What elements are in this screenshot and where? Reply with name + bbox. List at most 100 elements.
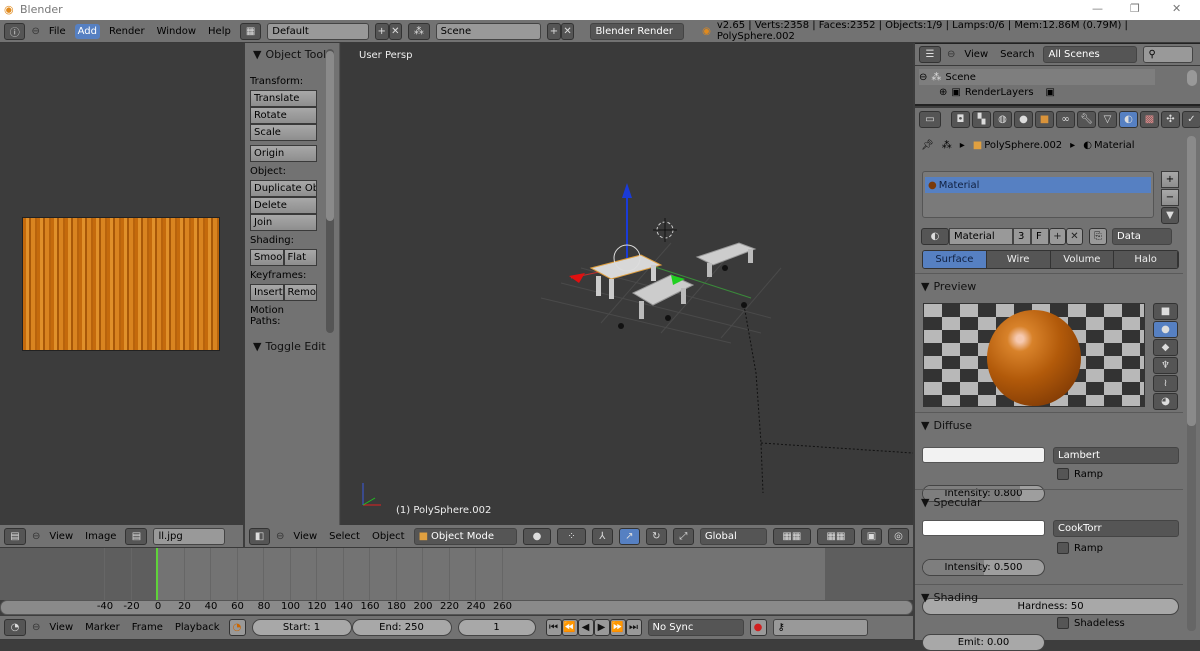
remove-layout-icon[interactable]: ✕ bbox=[388, 22, 403, 40]
tool-button-remo[interactable]: Remo bbox=[283, 284, 317, 301]
viewport-shading-icon[interactable]: ● bbox=[522, 527, 552, 545]
diffuse-ramp-checkbox[interactable]: Ramp bbox=[1057, 468, 1103, 480]
tab-surface[interactable]: Surface bbox=[923, 251, 987, 268]
material-slot[interactable]: ● Material bbox=[925, 177, 1151, 193]
texture-tab-icon[interactable]: ▩ bbox=[1140, 111, 1159, 128]
tool-button-insert[interactable]: Insert bbox=[250, 284, 284, 301]
jump-start-icon[interactable]: ⏮ bbox=[545, 619, 562, 636]
preview-cube-icon[interactable]: ◆ bbox=[1153, 339, 1178, 356]
sync-mode-select[interactable]: No Sync bbox=[647, 619, 744, 636]
preview-hair-icon[interactable]: ≀ bbox=[1153, 375, 1178, 392]
menu-select[interactable]: Select bbox=[326, 529, 363, 544]
pin-icon[interactable]: 📌︎ bbox=[921, 140, 934, 151]
menu-render[interactable]: Render bbox=[106, 24, 148, 39]
shadeless-checkbox[interactable]: Shadeless bbox=[1057, 617, 1125, 629]
tool-button-flat[interactable]: Flat bbox=[283, 249, 317, 266]
editor-type-outliner-icon[interactable]: ☰ bbox=[919, 46, 941, 63]
menu-window[interactable]: Window bbox=[154, 24, 199, 39]
material-tab-icon[interactable]: ◐ bbox=[1119, 111, 1138, 128]
users-count[interactable]: 3 bbox=[1013, 228, 1031, 245]
collapse-menu-icon[interactable]: ⊖ bbox=[32, 531, 40, 542]
editor-type-3d-icon[interactable]: ◧ bbox=[249, 527, 270, 545]
tool-shelf-scrollbar[interactable] bbox=[326, 49, 334, 333]
world-tab-icon[interactable]: ● bbox=[1014, 111, 1033, 128]
screen-layout-icon[interactable]: ▦ bbox=[239, 22, 262, 40]
preview-plane-icon[interactable]: ■ bbox=[1153, 303, 1178, 320]
remove-scene-icon[interactable]: ✕ bbox=[560, 22, 575, 40]
tool-button-join[interactable]: Join bbox=[250, 214, 317, 231]
editor-type-timeline-icon[interactable]: ◔ bbox=[4, 619, 26, 636]
menu-view[interactable]: View bbox=[961, 47, 991, 62]
tool-button-scale[interactable]: Scale bbox=[250, 124, 317, 141]
current-frame-line[interactable] bbox=[156, 548, 158, 600]
menu-marker[interactable]: Marker bbox=[82, 620, 123, 635]
minimize-button[interactable]: — bbox=[1092, 2, 1103, 15]
render-engine-select[interactable]: Blender Render bbox=[590, 22, 685, 40]
current-frame-field[interactable]: 1 bbox=[457, 619, 536, 636]
scene-field[interactable]: Scene bbox=[435, 22, 542, 40]
diffuse-panel-header[interactable]: ▼ Diffuse bbox=[921, 419, 1183, 432]
image-browse-icon[interactable]: ▤ bbox=[125, 527, 148, 545]
lock-layers-icon[interactable]: ▣ bbox=[861, 527, 882, 545]
unlink-material-icon[interactable]: ✕ bbox=[1066, 228, 1083, 245]
editor-type-info-icon[interactable]: ⓘ bbox=[4, 22, 26, 40]
image-editor[interactable] bbox=[0, 43, 243, 525]
modifiers-tab-icon[interactable]: 🔧︎ bbox=[1077, 111, 1096, 128]
layers-icon[interactable]: ▦▦ bbox=[772, 527, 811, 545]
emit-field[interactable]: Emit: 0.00 bbox=[922, 634, 1045, 651]
outliner-item-renderlayers[interactable]: ⊕ ▣ RenderLayers ▣ bbox=[939, 87, 1055, 98]
menu-view[interactable]: View bbox=[46, 529, 76, 544]
play-icon[interactable]: ▶ bbox=[593, 619, 610, 636]
image-name-field[interactable]: ll.jpg bbox=[153, 527, 226, 545]
collapse-menu-icon[interactable]: ⊖ bbox=[31, 26, 39, 37]
node-toggle-icon[interactable]: ⎘ bbox=[1089, 228, 1107, 245]
manipulator-toggle-icon[interactable]: ⅄ bbox=[591, 527, 613, 545]
shading-panel-header[interactable]: ▼ Shading bbox=[921, 591, 1183, 604]
add-layout-icon[interactable]: + bbox=[374, 22, 389, 40]
specular-ramp-checkbox[interactable]: Ramp bbox=[1057, 542, 1103, 554]
editor-type-properties-icon[interactable]: ▭ bbox=[919, 111, 941, 128]
transform-orientation-select[interactable]: Global bbox=[699, 527, 767, 545]
scale-manipulator-icon[interactable]: ⤢ bbox=[672, 527, 694, 545]
tab-halo[interactable]: Halo bbox=[1114, 251, 1178, 268]
jump-keyframe-forward-icon[interactable]: ⏩ bbox=[609, 619, 626, 636]
physics-tab-icon[interactable]: ✓ bbox=[1182, 111, 1200, 128]
outliner-scrollbar[interactable] bbox=[1187, 70, 1197, 86]
material-name-field[interactable]: Material bbox=[949, 228, 1013, 245]
object-tab-icon[interactable]: ■ bbox=[1035, 111, 1054, 128]
menu-help[interactable]: Help bbox=[205, 24, 234, 39]
jump-keyframe-back-icon[interactable]: ⏪ bbox=[561, 619, 578, 636]
menu-file[interactable]: File bbox=[46, 24, 69, 39]
pivot-point-icon[interactable]: ⁘ bbox=[557, 527, 586, 545]
tool-button-duplicate-obj[interactable]: Duplicate Obj bbox=[250, 180, 317, 197]
slot-menu-button[interactable]: ▼ bbox=[1161, 207, 1179, 224]
maximize-button[interactable]: ❐ bbox=[1130, 2, 1140, 15]
render-layers-tab-icon[interactable]: ▚ bbox=[972, 111, 991, 128]
mode-select[interactable]: ■ Object Mode bbox=[413, 527, 517, 545]
rotate-manipulator-icon[interactable]: ↻ bbox=[645, 527, 667, 545]
editor-type-image-icon[interactable]: ▤ bbox=[4, 527, 26, 545]
link-select[interactable]: Data bbox=[1112, 228, 1172, 245]
display-mode-select[interactable]: All Scenes bbox=[1043, 46, 1138, 63]
specular-color-swatch[interactable] bbox=[922, 520, 1045, 536]
material-slot-list[interactable]: ● Material bbox=[922, 171, 1154, 218]
collapse-menu-icon[interactable]: ⊖ bbox=[947, 49, 955, 60]
timeline-area[interactable] bbox=[0, 548, 913, 600]
material-browse-icon[interactable]: ◐ bbox=[921, 228, 949, 245]
menu-playback[interactable]: Playback bbox=[172, 620, 223, 635]
tool-button-delete[interactable]: Delete bbox=[250, 197, 317, 214]
add-slot-button[interactable]: + bbox=[1161, 171, 1179, 188]
collapse-menu-icon[interactable]: ⊖ bbox=[32, 622, 40, 633]
tool-button-rotate[interactable]: Rotate bbox=[250, 107, 317, 124]
translate-manipulator-icon[interactable]: ↗ bbox=[618, 527, 640, 545]
menu-image[interactable]: Image bbox=[82, 529, 119, 544]
particles-tab-icon[interactable]: ✣ bbox=[1161, 111, 1180, 128]
menu-frame[interactable]: Frame bbox=[129, 620, 166, 635]
preview-monkey-icon[interactable]: ♆ bbox=[1153, 357, 1178, 374]
proportional-edit-icon[interactable]: ◎ bbox=[888, 527, 909, 545]
menu-add[interactable]: Add bbox=[74, 23, 100, 39]
play-reverse-icon[interactable]: ◀ bbox=[577, 619, 594, 636]
diffuse-color-swatch[interactable] bbox=[922, 447, 1045, 463]
tool-button-smoot[interactable]: Smoot bbox=[250, 249, 284, 266]
menu-object[interactable]: Object bbox=[369, 529, 408, 544]
